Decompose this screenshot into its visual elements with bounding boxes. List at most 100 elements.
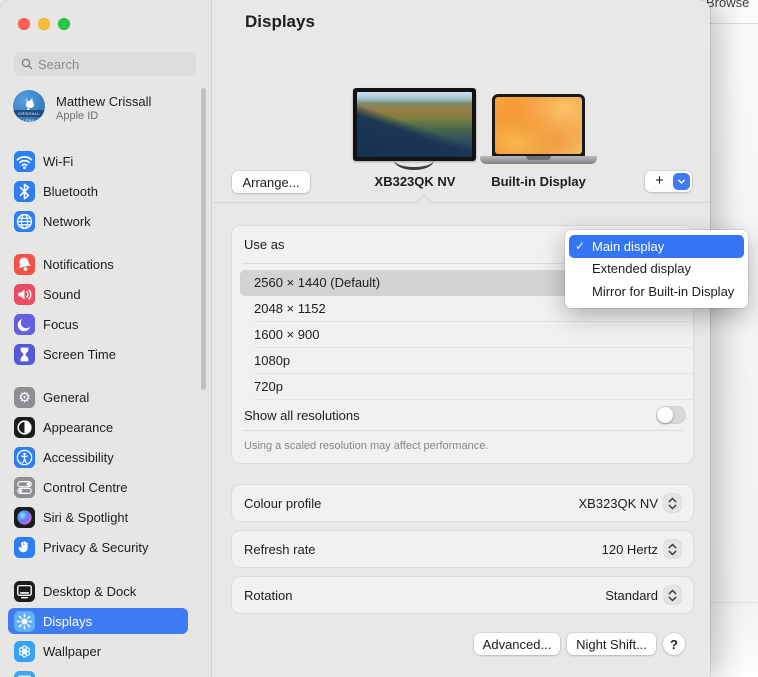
sun-icon bbox=[14, 610, 35, 632]
refresh-rate-card: Refresh rate 120 Hertz bbox=[232, 531, 693, 567]
sidebar-item-notifications[interactable]: Notifications bbox=[8, 251, 188, 277]
sidebar-item-label: Notifications bbox=[43, 256, 114, 272]
search-field[interactable]: Search bbox=[14, 52, 196, 76]
sidebar-item-label: Accessibility bbox=[43, 449, 114, 465]
sidebar-item-general[interactable]: ⚙ General bbox=[8, 384, 188, 410]
sidebar-item-wi-fi[interactable]: Wi-Fi bbox=[8, 148, 188, 174]
refresh-rate-label: Refresh rate bbox=[244, 541, 316, 557]
zoom-button[interactable] bbox=[58, 18, 70, 30]
colour-profile-selector[interactable]: XB323QK NV bbox=[578, 494, 681, 512]
appearance-icon bbox=[14, 416, 35, 438]
display-thumbnail-builtin[interactable] bbox=[480, 94, 597, 164]
menu-item-extended-display[interactable]: Extended display bbox=[569, 258, 744, 281]
stepper-icon[interactable] bbox=[664, 586, 681, 604]
refresh-rate-selector[interactable]: 120 Hertz bbox=[602, 540, 681, 558]
add-display-control: + bbox=[645, 171, 692, 192]
use-as-popup-menu: ✓ Main display Extended display Mirror for … bbox=[565, 230, 748, 308]
macbook-screen bbox=[492, 94, 585, 157]
night-shift-button[interactable]: Night Shift... bbox=[567, 633, 656, 655]
profile-subtitle: Apple ID bbox=[56, 110, 99, 122]
sidebar-item-label: Desktop & Dock bbox=[43, 583, 137, 599]
desktop-dock-icon bbox=[14, 580, 35, 602]
page-title: Displays bbox=[245, 12, 315, 31]
resolution-option-1600-900[interactable]: 1600 × 900 bbox=[232, 322, 693, 348]
close-button[interactable] bbox=[18, 18, 30, 30]
colour-profile-card: Colour profile XB323QK NV bbox=[232, 485, 693, 521]
search-icon bbox=[21, 58, 33, 70]
sidebar-item-siri-spotlight[interactable]: Siri & Spotlight bbox=[8, 504, 188, 530]
avatar: CRISSALL LENS bbox=[13, 90, 45, 122]
menu-item-label: Extended display bbox=[592, 261, 692, 277]
menu-item-main-display[interactable]: ✓ Main display bbox=[569, 235, 744, 258]
sidebar-scrollbar[interactable] bbox=[201, 88, 206, 390]
control-centre-icon bbox=[14, 476, 35, 498]
sidebar-item-label: Appearance bbox=[43, 419, 114, 435]
checkmark-icon: ✓ bbox=[575, 239, 586, 254]
sidebar-item-appearance[interactable]: Appearance bbox=[8, 414, 188, 440]
sidebar-item-wallpaper[interactable]: Wallpaper bbox=[8, 638, 188, 664]
sidebar-item-desktop-dock[interactable]: Desktop & Dock bbox=[8, 578, 188, 604]
avatar-badge: CRISSALL LENS bbox=[13, 110, 45, 122]
rotation-card: Rotation Standard bbox=[232, 577, 693, 613]
display-thumbnail-external[interactable] bbox=[353, 88, 476, 173]
sidebar-item-displays[interactable]: Displays bbox=[8, 608, 188, 634]
sidebar-item-label: Screen Time bbox=[43, 346, 116, 362]
help-button[interactable]: ? bbox=[663, 633, 685, 655]
apple-id-row[interactable]: CRISSALL LENS Matthew Crissall Apple ID bbox=[0, 86, 212, 128]
arrange-button[interactable]: Arrange... bbox=[232, 171, 310, 193]
stepper-icon[interactable] bbox=[664, 540, 681, 558]
sidebar-item-privacy-security[interactable]: Privacy & Security bbox=[8, 534, 188, 560]
resolution-option-720p[interactable]: 720p bbox=[232, 374, 693, 400]
show-all-resolutions-toggle[interactable] bbox=[656, 406, 686, 424]
sidebar-item-focus[interactable]: Focus bbox=[8, 311, 188, 337]
add-display-chevron-button[interactable] bbox=[673, 173, 690, 190]
accessibility-icon bbox=[14, 446, 35, 468]
rotation-selector[interactable]: Standard bbox=[605, 586, 681, 604]
sidebar-item-control-centre[interactable]: Control Centre bbox=[8, 474, 188, 500]
browse-button[interactable]: Browse bbox=[706, 0, 749, 10]
wallpaper-preview bbox=[357, 92, 472, 157]
screensaver-icon bbox=[14, 670, 35, 677]
hand-icon bbox=[14, 536, 35, 558]
colour-profile-value: XB323QK NV bbox=[578, 495, 659, 511]
rotation-label: Rotation bbox=[244, 587, 293, 603]
sidebar-item-label: Focus bbox=[43, 316, 79, 332]
menu-item-mirror-for-built-in-display[interactable]: Mirror for Built-in Display bbox=[569, 280, 744, 303]
screen: Browse Search CRISSALL LENS Matthew Cris… bbox=[0, 0, 758, 677]
sidebar-item-bluetooth[interactable]: Bluetooth bbox=[8, 178, 188, 204]
gear-icon: ⚙ bbox=[14, 386, 35, 408]
sidebar-item-accessibility[interactable]: Accessibility bbox=[8, 444, 188, 470]
sidebar-group: Notifications Sound Focus Screen Time bbox=[8, 251, 188, 371]
colour-profile-label: Colour profile bbox=[244, 495, 322, 511]
sidebar-item-label: Privacy & Security bbox=[43, 539, 149, 555]
sidebar-item-label: Displays bbox=[43, 613, 93, 629]
system-settings-window: Search CRISSALL LENS Matthew Crissall Ap… bbox=[0, 0, 710, 677]
add-display-button[interactable]: + bbox=[645, 171, 674, 192]
sidebar-item-network[interactable]: Network bbox=[8, 208, 188, 234]
globe-icon bbox=[14, 210, 35, 232]
stepper-icon[interactable] bbox=[664, 494, 681, 512]
sidebar-item-label: Network bbox=[43, 213, 91, 229]
external-display-label: XB323QK NV bbox=[374, 174, 456, 189]
chevron-down-icon bbox=[678, 179, 685, 184]
rotation-value: Standard bbox=[605, 587, 658, 603]
moon-icon bbox=[14, 313, 35, 335]
speaker-icon bbox=[14, 283, 35, 305]
sidebar-group: Wi-Fi Bluetooth Network bbox=[8, 148, 188, 238]
minimize-button[interactable] bbox=[38, 18, 50, 30]
resolution-option-1080p[interactable]: 1080p bbox=[232, 348, 693, 374]
sidebar: Search CRISSALL LENS Matthew Crissall Ap… bbox=[0, 0, 212, 677]
menu-item-label: Mirror for Built-in Display bbox=[592, 283, 735, 299]
flower-icon bbox=[14, 640, 35, 662]
sidebar-item-screen-saver[interactable]: Screen Saver bbox=[8, 668, 188, 677]
sidebar-group: ⚙ General Appearance Accessibility Control C… bbox=[8, 384, 188, 564]
sidebar-item-label: Wallpaper bbox=[43, 643, 102, 659]
sidebar-item-sound[interactable]: Sound bbox=[8, 281, 188, 307]
sidebar-item-label: Wi-Fi bbox=[43, 153, 74, 169]
menu-item-label: Main display bbox=[592, 238, 665, 254]
monitor-bezel bbox=[353, 88, 476, 161]
sidebar-item-screen-time[interactable]: Screen Time bbox=[8, 341, 188, 367]
sidebar-item-label: Sound bbox=[43, 286, 81, 302]
advanced-button[interactable]: Advanced... bbox=[474, 633, 560, 655]
toggle-knob bbox=[657, 407, 673, 423]
